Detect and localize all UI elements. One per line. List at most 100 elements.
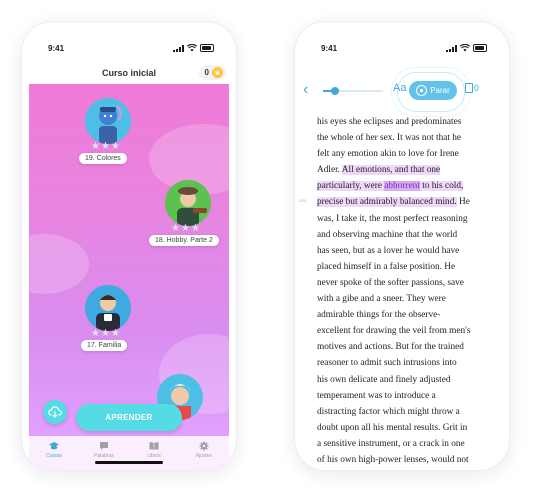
text-line: and observing machine that the world bbox=[317, 227, 493, 243]
highlighted-sentence: to his cold, bbox=[419, 181, 464, 192]
lesson-avatar bbox=[85, 98, 131, 144]
cards-icon bbox=[465, 83, 473, 93]
text-line: temperament was to introduce a bbox=[317, 388, 493, 404]
stop-label: Parar bbox=[430, 86, 450, 95]
lesson-stars: ★ ★ ★ bbox=[171, 223, 200, 234]
status-bar: 9:41 bbox=[295, 22, 509, 53]
reader-toolbar: ‹ Aa Parar 0 bbox=[295, 67, 509, 117]
text-line: felt any emotion akin to love for Irene bbox=[317, 146, 493, 162]
lesson-item[interactable]: ★ ★ ★ 18. Hobby. Parte 2 bbox=[141, 176, 229, 256]
cards-counter[interactable]: 0 bbox=[465, 83, 479, 93]
text-span: has seen, but as a lover he would have bbox=[317, 245, 460, 256]
text-span: the whole of her sex. It was not that he bbox=[317, 133, 462, 144]
reading-progress-slider[interactable] bbox=[323, 87, 383, 95]
text-span: his own delicate and finely adjusted bbox=[317, 374, 451, 385]
chevron-left-icon: ‹ bbox=[303, 81, 309, 98]
lesson-avatar bbox=[85, 285, 131, 331]
text-line: has seen, but as a lover he would have bbox=[317, 243, 493, 259]
text-span: temperament was to introduce a bbox=[317, 390, 436, 401]
back-button[interactable]: ‹ bbox=[303, 82, 308, 98]
lesson-label: 19. Colores bbox=[79, 153, 127, 164]
text-span: distracting factor which might throw a bbox=[317, 406, 460, 417]
text-line: a sensitive instrument, or a crack in on… bbox=[317, 436, 493, 452]
status-bar: 9:41 bbox=[22, 22, 236, 53]
battery-icon bbox=[473, 44, 487, 52]
text-span: admirable things for the observe- bbox=[317, 310, 441, 321]
text-span: Adler. bbox=[317, 165, 342, 176]
book-text[interactable]: his eyes she eclipses and predominates th… bbox=[317, 114, 493, 470]
text-line: be more disturbing than a strong bbox=[317, 468, 493, 470]
slider-knob[interactable] bbox=[331, 87, 339, 95]
learn-button[interactable]: APRENDER bbox=[76, 404, 182, 431]
text-span: He bbox=[456, 197, 470, 208]
lesson-stars: ★ ★ ★ bbox=[91, 328, 120, 339]
coins-count: 0 bbox=[204, 68, 209, 77]
text-line: reasoner to admit such intrusions into bbox=[317, 355, 493, 371]
text-line: distracting factor which might throw a bbox=[317, 404, 493, 420]
text-span: motives and actions. But for the trained bbox=[317, 342, 464, 353]
cloud-download-icon bbox=[48, 406, 62, 418]
lesson-label: 18. Hobby. Parte 2 bbox=[149, 235, 219, 246]
text-line: particularly, were abhorrent to his cold… bbox=[317, 178, 493, 194]
status-time: 9:41 bbox=[48, 44, 65, 53]
tab-label: Cursos bbox=[46, 453, 62, 459]
lesson-item[interactable]: ★ ★ ★ 17. Familia bbox=[65, 281, 155, 361]
highlighted-word[interactable]: abhorrent bbox=[384, 181, 420, 192]
wifi-icon bbox=[460, 44, 470, 52]
lesson-stars: ★ ★ ★ bbox=[91, 141, 120, 152]
graduation-cap-icon bbox=[49, 442, 59, 450]
text-line: excellent for drawing the veil from men'… bbox=[317, 323, 493, 339]
highlighted-sentence: All emotions, and that one bbox=[341, 165, 441, 176]
text-span: reasoner to admit such intrusions into bbox=[317, 358, 457, 369]
tab-label: Ajustes bbox=[195, 453, 213, 459]
reader-phone: 9:41 ‹ Aa Parar 0 205 his eyes she eclip… bbox=[295, 22, 509, 470]
text-line: never spoke of the softer passions, save bbox=[317, 275, 493, 291]
wifi-icon bbox=[187, 44, 197, 52]
text-line: his eyes she eclipses and predominates bbox=[317, 114, 493, 130]
status-icons bbox=[446, 44, 487, 52]
text-span: doubt upon all his mental results. Grit … bbox=[317, 422, 468, 433]
text-span: a sensitive instrument, or a crack in on… bbox=[317, 438, 465, 449]
text-line: Adler. All emotions, and that one bbox=[317, 162, 493, 178]
text-line: with a gibe and a sneer. They were bbox=[317, 291, 493, 307]
lesson-label: 17. Familia bbox=[81, 340, 128, 351]
tab-settings[interactable]: Ajustes bbox=[179, 436, 229, 470]
text-line: the whole of her sex. It was not that he bbox=[317, 130, 493, 146]
stop-icon bbox=[416, 85, 428, 96]
tab-label: Libros bbox=[147, 453, 161, 459]
text-span: his eyes she eclipses and predominates bbox=[317, 117, 462, 127]
text-line: was, I take it, the most perfect reasoni… bbox=[317, 211, 493, 227]
cards-count: 0 bbox=[474, 83, 480, 93]
text-line: admirable things for the observe- bbox=[317, 307, 493, 323]
signal-icon bbox=[173, 44, 184, 52]
tab-label: Palabras bbox=[94, 453, 114, 459]
course-map: ★ ★ ★ 19. Colores ★ ★ ★ 18. Hobby. Parte 2 bbox=[29, 84, 229, 436]
tab-books[interactable]: Libros bbox=[129, 436, 179, 470]
text-line: his own delicate and finely adjusted bbox=[317, 372, 493, 388]
course-header: Curso inicial 0 ★ bbox=[22, 62, 236, 84]
text-span: placed himself in a false position. He bbox=[317, 261, 456, 272]
tab-bar: Cursos Palabras Libros Ajustes bbox=[29, 436, 229, 470]
tab-courses[interactable]: Cursos bbox=[29, 436, 79, 470]
highlighted-sentence: particularly, were bbox=[317, 181, 385, 192]
text-line: of his own high-power lenses, would not bbox=[317, 452, 493, 468]
download-button[interactable] bbox=[43, 400, 67, 424]
text-line: doubt upon all his mental results. Grit … bbox=[317, 420, 493, 436]
tab-words[interactable]: Palabras bbox=[79, 436, 129, 470]
course-phone: 9:41 Curso inicial 0 ★ ★ ★ ★ 19. Colores… bbox=[22, 22, 236, 470]
text-line: motives and actions. But for the trained bbox=[317, 339, 493, 355]
lesson-avatar bbox=[165, 180, 211, 226]
text-span: and observing machine that the world bbox=[317, 229, 458, 240]
status-time: 9:41 bbox=[321, 44, 338, 53]
gear-icon bbox=[199, 441, 209, 451]
book-icon bbox=[149, 442, 159, 450]
text-line: precise but admirably balanced mind. He bbox=[317, 194, 493, 210]
lesson-item[interactable]: ★ ★ ★ 19. Colores bbox=[67, 94, 157, 174]
stop-button[interactable]: Parar bbox=[409, 81, 457, 100]
signal-icon bbox=[446, 44, 457, 52]
status-icons bbox=[173, 44, 214, 52]
text-span: never spoke of the softer passions, save bbox=[317, 277, 464, 288]
text-span: with a gibe and a sneer. They were bbox=[317, 294, 446, 305]
text-line: placed himself in a false position. He bbox=[317, 259, 493, 275]
coins-badge[interactable]: 0 ★ bbox=[198, 65, 226, 80]
